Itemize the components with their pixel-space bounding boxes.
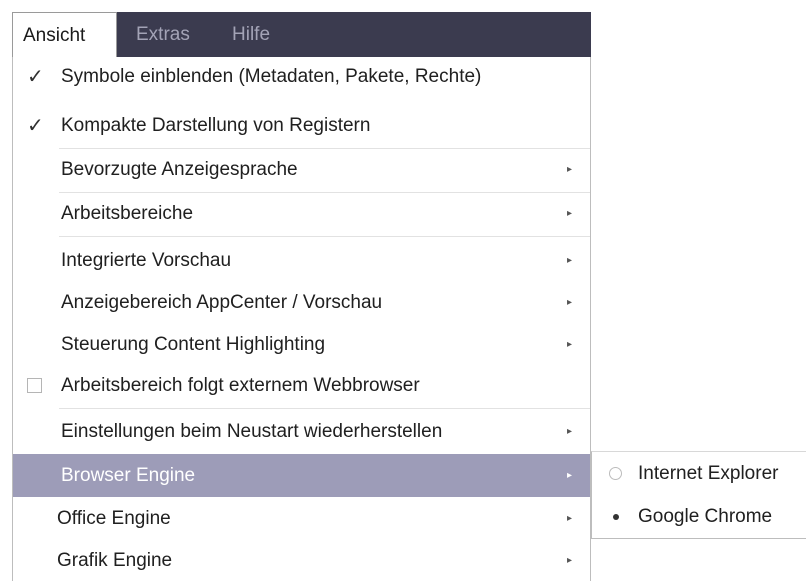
submenu-item-google-chrome[interactable]: Google Chrome xyxy=(592,495,806,538)
menu-item-label: Steuerung Content Highlighting xyxy=(61,334,326,355)
menu-item-integrierte-vorschau[interactable]: Integrierte Vorschau ▸ xyxy=(13,241,590,281)
checkbox-unchecked-icon[interactable] xyxy=(27,378,42,393)
menu-separator xyxy=(59,408,590,409)
menu-item-arbeitsbereiche[interactable]: Arbeitsbereiche ▸ xyxy=(13,194,590,234)
submenu-arrow-icon: ▸ xyxy=(566,339,572,350)
menu-extras[interactable]: Extras xyxy=(126,12,200,57)
browser-engine-submenu: Internet Explorer Google Chrome xyxy=(591,451,806,539)
menu-separator xyxy=(59,192,590,193)
menu-item-label: Einstellungen beim Neustart wiederherste… xyxy=(61,421,443,442)
ansicht-dropdown-menu: ✓ Symbole einblenden (Metadaten, Pakete,… xyxy=(12,57,591,581)
menu-item-symbole-einblenden[interactable]: ✓ Symbole einblenden (Metadaten, Pakete,… xyxy=(13,57,590,97)
menu-item-einstellungen-neustart[interactable]: Einstellungen beim Neustart wiederherste… xyxy=(13,412,590,452)
submenu-arrow-icon: ▸ xyxy=(566,297,572,308)
menu-item-label: Grafik Engine xyxy=(57,550,173,571)
menu-item-kompakte-darstellung[interactable]: ✓ Kompakte Darstellung von Registern xyxy=(13,106,590,146)
checkmark-icon: ✓ xyxy=(27,115,44,137)
menu-hilfe[interactable]: Hilfe xyxy=(222,12,280,57)
menu-item-label: Anzeigebereich AppCenter / Vorschau xyxy=(61,292,383,313)
submenu-item-internet-explorer[interactable]: Internet Explorer xyxy=(592,452,806,495)
menu-item-label: Arbeitsbereiche xyxy=(61,203,194,224)
radio-unselected-icon xyxy=(609,467,622,480)
menu-item-grafik-engine[interactable]: Grafik Engine ▸ xyxy=(13,541,590,581)
menu-item-steuerung-content-highlighting[interactable]: Steuerung Content Highlighting ▸ xyxy=(13,325,590,365)
submenu-arrow-icon: ▸ xyxy=(566,470,572,481)
menubar: Ansicht Extras Hilfe xyxy=(12,12,591,58)
menu-item-label: Symbole einblenden (Metadaten, Pakete, R… xyxy=(61,66,482,87)
menu-item-office-engine[interactable]: Office Engine ▸ xyxy=(13,499,590,539)
submenu-arrow-icon: ▸ xyxy=(566,513,572,524)
menu-item-label: Office Engine xyxy=(57,508,171,529)
menu-ansicht[interactable]: Ansicht xyxy=(12,12,117,58)
submenu-arrow-icon: ▸ xyxy=(566,426,572,437)
application-canvas: Ansicht Extras Hilfe ✓ Symbole einblende… xyxy=(0,0,806,581)
menu-item-bevorzugte-anzeigesprache[interactable]: Bevorzugte Anzeigesprache ▸ xyxy=(13,150,590,190)
submenu-item-label: Internet Explorer xyxy=(638,463,779,484)
menu-item-arbeitsbereich-folgt-webbrowser[interactable]: Arbeitsbereich folgt externem Webbrowser xyxy=(13,366,590,406)
submenu-item-label: Google Chrome xyxy=(638,506,773,527)
menu-item-label: Browser Engine xyxy=(61,465,196,486)
radio-selected-icon xyxy=(613,514,619,520)
menu-item-label: Arbeitsbereich folgt externem Webbrowser xyxy=(61,375,420,396)
menu-item-label: Integrierte Vorschau xyxy=(61,250,232,271)
submenu-arrow-icon: ▸ xyxy=(566,164,572,175)
submenu-arrow-icon: ▸ xyxy=(566,555,572,566)
menu-item-label: Bevorzugte Anzeigesprache xyxy=(61,159,298,180)
menu-separator xyxy=(59,148,590,149)
submenu-arrow-icon: ▸ xyxy=(566,208,572,219)
menu-item-label: Kompakte Darstellung von Registern xyxy=(61,115,371,136)
menu-item-browser-engine[interactable]: Browser Engine ▸ xyxy=(13,454,590,497)
submenu-arrow-icon: ▸ xyxy=(566,255,572,266)
checkmark-icon: ✓ xyxy=(27,66,44,88)
menu-item-anzeigebereich-appcenter[interactable]: Anzeigebereich AppCenter / Vorschau ▸ xyxy=(13,283,590,323)
menu-separator xyxy=(59,236,590,237)
